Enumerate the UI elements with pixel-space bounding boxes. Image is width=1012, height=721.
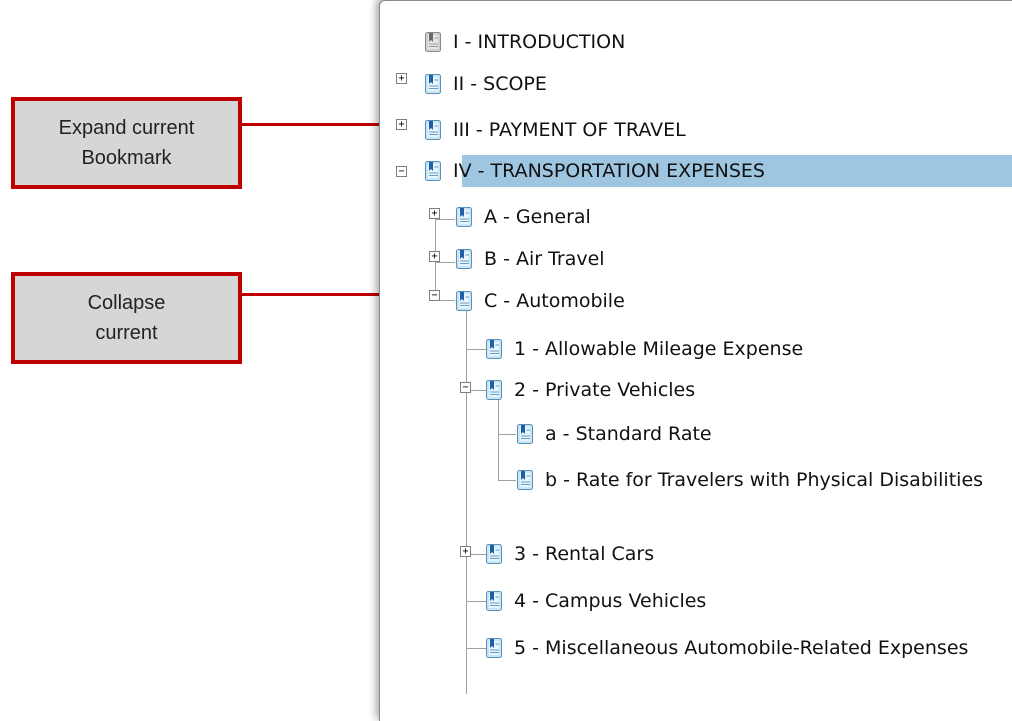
tree-line	[498, 400, 499, 480]
bookmark-label: I - INTRODUCTION	[453, 31, 626, 53]
tree-line	[498, 434, 516, 435]
callout-expand-pointer	[242, 123, 392, 126]
bookmark-label: 5 - Miscellaneous Automobile-Related Exp…	[514, 637, 969, 659]
tree-line	[435, 219, 455, 220]
bookmark-label: a - Standard Rate	[545, 423, 712, 445]
bookmark-icon	[456, 249, 472, 269]
bookmark-disabilities[interactable]: b - Rate for Travelers with Physical Dis…	[517, 466, 1005, 526]
tree-line	[498, 480, 516, 481]
bookmark-icon	[486, 544, 502, 564]
tree-line	[466, 601, 486, 602]
bookmark-icon	[486, 591, 502, 611]
bookmark-auto[interactable]: C - Automobile	[456, 287, 625, 315]
bookmark-air[interactable]: B - Air Travel	[456, 245, 605, 273]
bookmark-campus[interactable]: 4 - Campus Vehicles	[486, 587, 706, 615]
bookmark-icon	[486, 339, 502, 359]
bookmark-intro[interactable]: I - INTRODUCTION	[425, 28, 625, 56]
bookmark-label: 2 - Private Vehicles	[514, 379, 696, 401]
expand-toggle-scope[interactable]: +	[396, 73, 407, 84]
collapse-toggle-auto[interactable]: −	[429, 290, 440, 301]
bookmark-general[interactable]: A - General	[456, 203, 591, 231]
bookmark-label: B - Air Travel	[484, 248, 605, 270]
bookmark-icon	[456, 207, 472, 227]
bookmark-icon	[486, 638, 502, 658]
expand-toggle-general[interactable]: +	[429, 208, 440, 219]
bookmark-label: 1 - Allowable Mileage Expense	[514, 338, 804, 360]
bookmark-label: 3 - Rental Cars	[514, 543, 655, 565]
bookmark-icon	[486, 380, 502, 400]
bookmark-label: II - SCOPE	[453, 73, 547, 95]
bookmark-icon	[425, 161, 441, 181]
bookmark-icon	[456, 291, 472, 311]
bookmark-icon	[425, 74, 441, 94]
bookmark-label: IV - TRANSPORTATION EXPENSES	[453, 160, 765, 182]
bookmark-transport[interactable]: IV - TRANSPORTATION EXPENSES	[425, 157, 765, 185]
bookmark-mileage[interactable]: 1 - Allowable Mileage Expense	[486, 335, 803, 363]
bookmark-label: 4 - Campus Vehicles	[514, 590, 707, 612]
tree-line	[466, 648, 486, 649]
expand-toggle-rental[interactable]: +	[460, 546, 471, 557]
bookmark-scope[interactable]: II - SCOPE	[425, 70, 547, 98]
bookmark-label: III - PAYMENT OF TRAVEL	[453, 119, 686, 141]
collapse-toggle-transport[interactable]: −	[396, 166, 407, 177]
bookmark-icon	[517, 424, 533, 444]
bookmark-gray-icon	[425, 32, 441, 52]
bookmark-misc[interactable]: 5 - Miscellaneous Automobile-Related Exp…	[486, 634, 984, 694]
tree-line	[466, 310, 467, 694]
expand-toggle-payment[interactable]: +	[396, 119, 407, 130]
bookmark-rental[interactable]: 3 - Rental Cars	[486, 540, 654, 568]
tree-line	[435, 262, 455, 263]
bookmark-icon	[517, 470, 533, 490]
expand-toggle-air[interactable]: +	[429, 251, 440, 262]
bookmark-payment[interactable]: III - PAYMENT OF TRAVEL	[425, 116, 686, 144]
bookmark-label: b - Rate for Travelers with Physical Dis…	[545, 469, 984, 491]
bookmark-icon	[425, 120, 441, 140]
collapse-toggle-private[interactable]: −	[460, 382, 471, 393]
bookmark-label: C - Automobile	[484, 290, 625, 312]
callout-expand: Expand current Bookmark	[11, 97, 242, 189]
bookmark-standard[interactable]: a - Standard Rate	[517, 420, 712, 448]
bookmark-label: A - General	[484, 206, 591, 228]
tree-line	[466, 349, 486, 350]
bookmark-private[interactable]: 2 - Private Vehicles	[486, 376, 695, 404]
callout-collapse: Collapse current	[11, 272, 242, 364]
